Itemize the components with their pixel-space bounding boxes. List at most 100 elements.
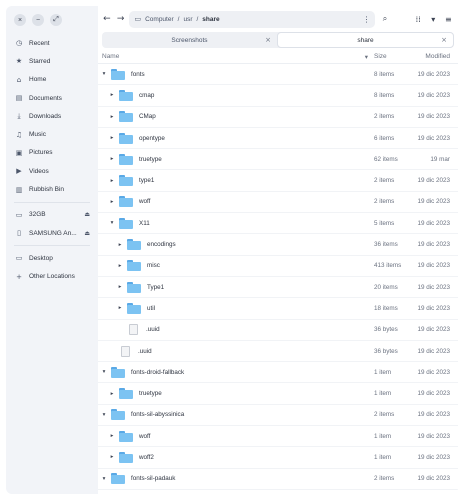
sidebar-item-label: Videos (29, 167, 49, 175)
folder-icon (119, 89, 133, 101)
file-size: 413 items (374, 262, 402, 270)
expand-arrow-icon[interactable]: ▸ (108, 156, 116, 162)
list-row[interactable]: ▸ type1 2 items 19 dic 2023 (98, 170, 458, 192)
file-name: CMap (139, 113, 156, 121)
path-bar[interactable]: ▭ Computer / usr / share ⋮ (129, 10, 376, 28)
file-size: 1 item (374, 453, 392, 461)
modified-column-header[interactable]: Modified (410, 53, 450, 60)
collapse-arrow-icon[interactable]: ▾ (100, 369, 108, 375)
tab-screenshots[interactable]: Screenshots × (102, 32, 277, 48)
expand-arrow-icon[interactable]: ▸ (108, 391, 116, 397)
expand-arrow-icon[interactable]: ▸ (108, 178, 116, 184)
sidebar-item-music[interactable]: ♫ Music (6, 125, 98, 143)
sidebar-item-starred[interactable]: ★ Starred (6, 52, 98, 70)
sidebar-item-label: SAMSUNG An... (29, 229, 77, 237)
tab-share[interactable]: share × (277, 32, 454, 48)
file-name: fonts (131, 70, 145, 78)
list-row[interactable]: ▾ fonts 8 items 19 dic 2023 (98, 64, 458, 86)
list-row[interactable]: ▾ fonts-sil-padauk 2 items 19 dic 2023 (98, 469, 458, 490)
list-row[interactable]: ▸ cmap 8 items 19 dic 2023 (98, 85, 458, 107)
sidebar-item-samsung-an[interactable]: ▯ SAMSUNG An... ⏏ (6, 224, 98, 242)
sidebar-item-rubbish-bin[interactable]: ▥ Rubbish Bin (6, 180, 98, 198)
list-row[interactable]: ▸ woff 1 item 19 dic 2023 (98, 426, 458, 448)
eject-icon[interactable]: ⏏ (84, 211, 90, 218)
eject-icon[interactable]: ⏏ (84, 230, 90, 237)
path-segment-computer[interactable]: Computer (145, 16, 174, 23)
list-row[interactable]: ▸ encodings 36 items 19 dic 2023 (98, 234, 458, 256)
expand-arrow-icon[interactable]: ▸ (108, 199, 116, 205)
folder-icon (119, 217, 133, 229)
maximize-window-button[interactable]: ⤢ (50, 14, 62, 26)
sidebar-item-label: Home (29, 76, 47, 84)
path-menu-icon[interactable]: ⋮ (362, 15, 370, 24)
folder-icon (119, 430, 133, 442)
list-row[interactable]: ▸ opentype 6 items 19 dic 2023 (98, 128, 458, 150)
collapse-arrow-icon[interactable]: ▾ (108, 220, 116, 226)
list-row[interactable]: ▸ util 18 items 19 dic 2023 (98, 298, 458, 320)
list-row[interactable]: .uuid 36 bytes 19 dic 2023 (98, 320, 458, 341)
expand-arrow-icon[interactable]: ▸ (116, 242, 124, 248)
list-row[interactable]: ▸ truetype 1 item 19 dic 2023 (98, 383, 458, 405)
collapse-arrow-icon[interactable]: ▾ (100, 71, 108, 77)
view-options-dropdown[interactable]: ▾ (428, 15, 439, 24)
list-row[interactable]: ▸ misc 413 items 19 dic 2023 (98, 256, 458, 277)
list-row[interactable]: ▾ fonts-sil-abyssinica 2 items 19 dic 2023 (98, 405, 458, 427)
expand-arrow-icon[interactable]: ▸ (116, 284, 124, 290)
folder-icon (111, 366, 125, 378)
folder-icon (119, 111, 133, 123)
list-row[interactable]: ▸ woff2 1 item 19 dic 2023 (98, 447, 458, 469)
expand-arrow-icon[interactable]: ▸ (108, 135, 116, 141)
expand-arrow-icon[interactable]: ▸ (116, 305, 124, 311)
expand-arrow-icon[interactable]: ▸ (108, 454, 116, 460)
sidebar-item-32gb[interactable]: ▭ 32GB ⏏ (6, 206, 98, 224)
sidebar-item-label: Rubbish Bin (29, 186, 65, 194)
expand-arrow-icon[interactable]: ▸ (116, 263, 124, 269)
file-size: 1 item (374, 390, 392, 398)
grid-view-button[interactable]: ⁞⁞ (413, 15, 424, 24)
file-modified: 19 dic 2023 (417, 390, 450, 398)
name-column-header[interactable]: Name ▾ (98, 53, 374, 61)
file-modified: 19 dic 2023 (417, 283, 450, 291)
list-row[interactable]: ▾ fonts-droid-fallback 1 item 19 dic 2023 (98, 362, 458, 384)
sidebar-item-desktop[interactable]: ▭ Desktop (6, 249, 98, 267)
path-segment-share[interactable]: share (202, 16, 219, 23)
main-menu-button[interactable]: ≡ (443, 15, 454, 24)
file-name: fonts-droid-fallback (131, 368, 185, 376)
path-separator: / (196, 15, 199, 23)
sidebar-item-pictures[interactable]: ▣ Pictures (6, 144, 98, 162)
close-tab-icon[interactable]: × (265, 36, 271, 44)
collapse-arrow-icon[interactable]: ▾ (100, 412, 108, 418)
file-modified: 19 dic 2023 (417, 347, 450, 355)
file-size: 8 items (374, 91, 395, 99)
sidebar-item-label: Music (29, 131, 46, 139)
column-header: Name ▾ Size Modified (98, 50, 458, 64)
collapse-arrow-icon[interactable]: ▾ (100, 476, 108, 482)
sidebar-item-documents[interactable]: ▤ Documents (6, 89, 98, 107)
list-row[interactable]: ▸ CMap 2 items 19 dic 2023 (98, 107, 458, 128)
list-row[interactable]: .uuid 36 bytes 19 dic 2023 (98, 341, 458, 363)
expand-arrow-icon[interactable]: ▸ (108, 114, 116, 120)
list-row[interactable]: ▸ woff 2 items 19 dic 2023 (98, 192, 458, 214)
close-tab-icon[interactable]: × (441, 36, 447, 44)
path-segment-usr[interactable]: usr (183, 16, 192, 23)
search-button[interactable]: ⌕ (379, 14, 390, 24)
minimize-window-button[interactable]: − (32, 14, 44, 26)
clock-icon: ◷ (15, 39, 23, 48)
sidebar-item-downloads[interactable]: ⤓ Downloads (6, 107, 98, 125)
list-row[interactable]: ▾ X11 5 items 19 dic 2023 (98, 213, 458, 235)
forward-button[interactable]: → (116, 14, 126, 24)
expand-arrow-icon[interactable]: ▸ (108, 433, 116, 439)
back-button[interactable]: ← (102, 14, 112, 24)
sidebar-item-videos[interactable]: ▶ Videos (6, 162, 98, 180)
sidebar-item-label: Pictures (29, 149, 53, 157)
file-size: 1 item (374, 368, 392, 376)
sidebar-item-other-locations[interactable]: + Other Locations (6, 268, 98, 286)
expand-arrow-icon[interactable]: ▸ (108, 92, 116, 98)
list-row[interactable]: ▸ truetype 62 items 19 mar (98, 149, 458, 171)
list-row[interactable]: ▸ Type1 20 items 19 dic 2023 (98, 277, 458, 299)
sidebar-item-home[interactable]: ⌂ Home (6, 71, 98, 89)
file-modified: 19 dic 2023 (417, 241, 450, 249)
sidebar-item-recent[interactable]: ◷ Recent (6, 34, 98, 52)
size-column-header[interactable]: Size (374, 53, 410, 60)
close-window-button[interactable]: × (14, 14, 26, 26)
